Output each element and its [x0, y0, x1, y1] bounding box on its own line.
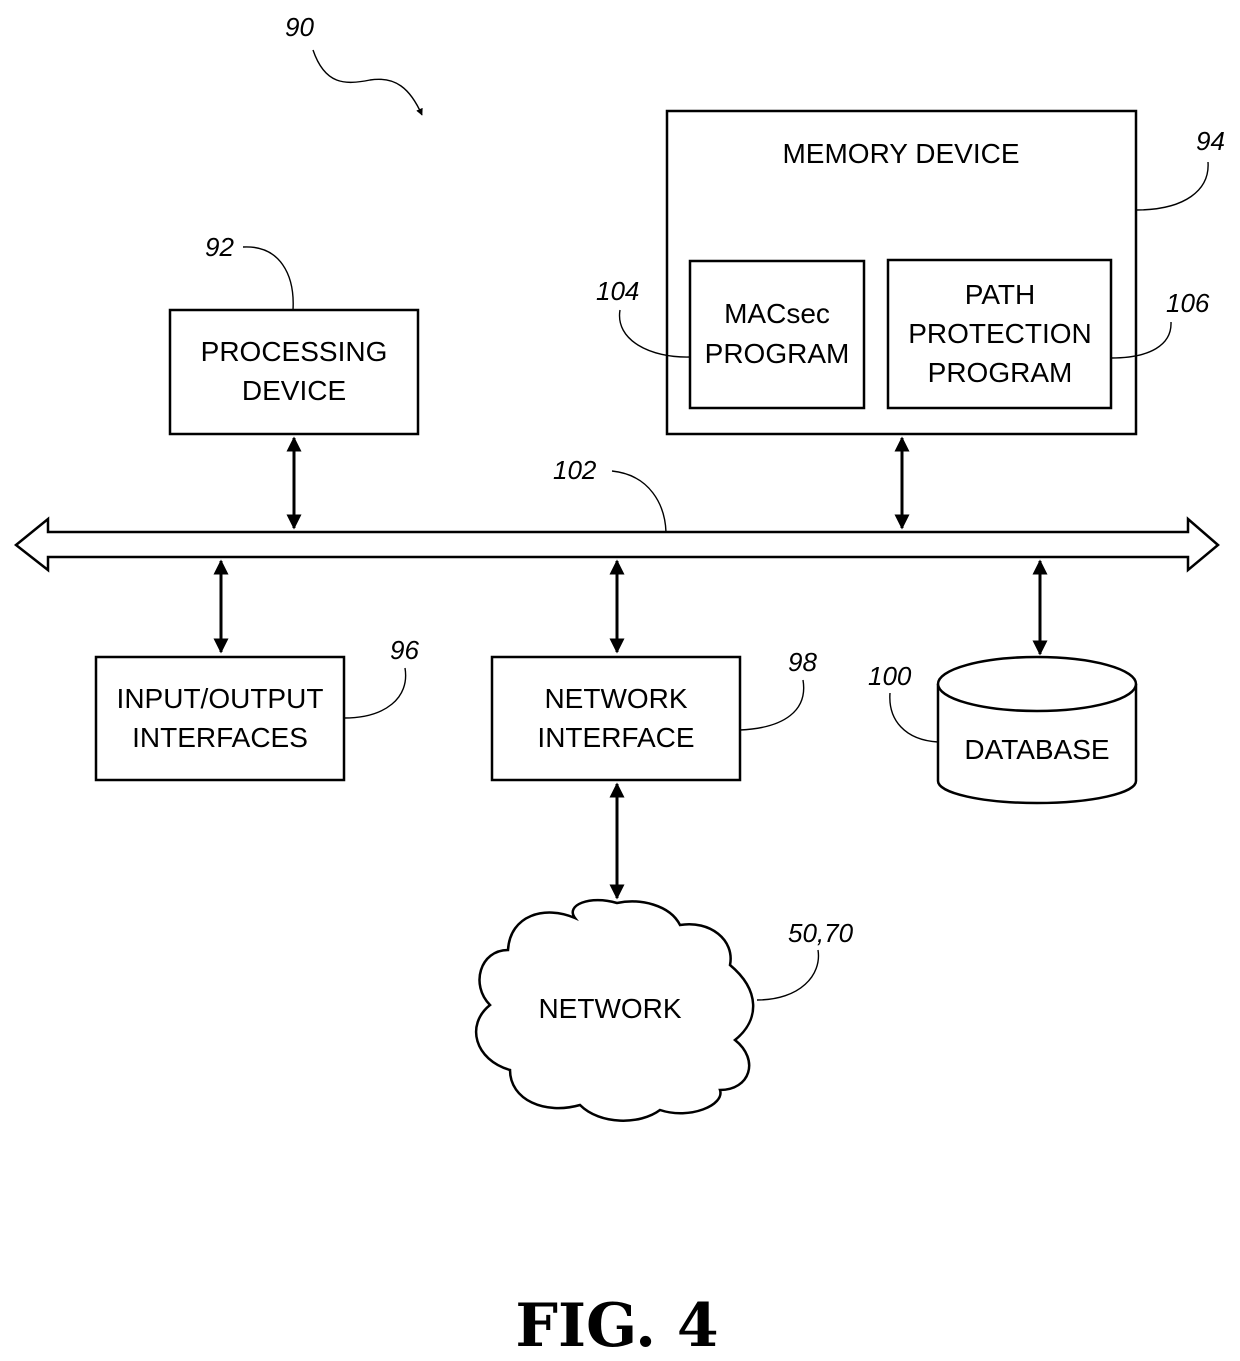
io-interfaces-block: INPUT/OUTPUT INTERFACES	[94, 655, 346, 782]
system-ref-label: 90	[285, 12, 314, 42]
io-interfaces-ref: 96	[390, 635, 419, 665]
macsec-program-line-2: PROGRAM	[705, 338, 850, 369]
database-label: DATABASE	[964, 734, 1109, 765]
network-ref: 50,70	[788, 918, 854, 948]
macsec-program-line-1: MACsec	[724, 298, 830, 329]
system-ref-arrow	[312, 49, 423, 116]
network-leader	[756, 949, 820, 1001]
memory-device-leader	[1135, 161, 1209, 211]
memory-device-ref: 94	[1196, 126, 1225, 156]
processing-device-ref: 92	[205, 232, 234, 262]
database-ref: 100	[868, 661, 912, 691]
network-interface-block: NETWORK INTERFACE	[490, 655, 742, 782]
io-interfaces-line-2: INTERFACES	[132, 722, 308, 753]
io-interfaces-line-1: INPUT/OUTPUT	[117, 683, 324, 714]
path-protection-line-2: PROTECTION	[908, 318, 1092, 349]
block-diagram: 90 PROCESSING DEVICE 92 MEMORY DEVICE MA…	[13, 12, 1225, 1361]
processing-device-leader	[242, 246, 294, 311]
processing-device-line-1: PROCESSING	[201, 336, 388, 367]
io-interfaces-leader	[343, 667, 407, 719]
figure-caption: FIG. 4	[515, 1291, 718, 1361]
bus-leader	[611, 470, 667, 533]
processing-device-line-2: DEVICE	[242, 375, 346, 406]
network-interface-leader	[739, 679, 805, 731]
path-protection-ref: 106	[1166, 288, 1210, 318]
bus-ref: 102	[553, 455, 597, 485]
network-interface-line-1: NETWORK	[544, 683, 687, 714]
memory-device-title: MEMORY DEVICE	[782, 138, 1019, 169]
path-protection-line-3: PROGRAM	[928, 357, 1073, 388]
network-label: NETWORK	[538, 993, 681, 1024]
memory-device-block: MEMORY DEVICE MACsec PROGRAM PATH PROTEC…	[665, 109, 1138, 436]
network-interface-ref: 98	[788, 647, 817, 677]
network-cloud: NETWORK	[474, 898, 755, 1122]
path-protection-line-1: PATH	[965, 279, 1036, 310]
processing-device-block: PROCESSING DEVICE	[168, 308, 420, 436]
macsec-program-ref: 104	[596, 276, 639, 306]
network-interface-line-2: INTERFACE	[537, 722, 694, 753]
database-leader	[889, 692, 939, 743]
database-cylinder: DATABASE	[936, 655, 1138, 805]
macsec-program-block	[688, 259, 866, 410]
